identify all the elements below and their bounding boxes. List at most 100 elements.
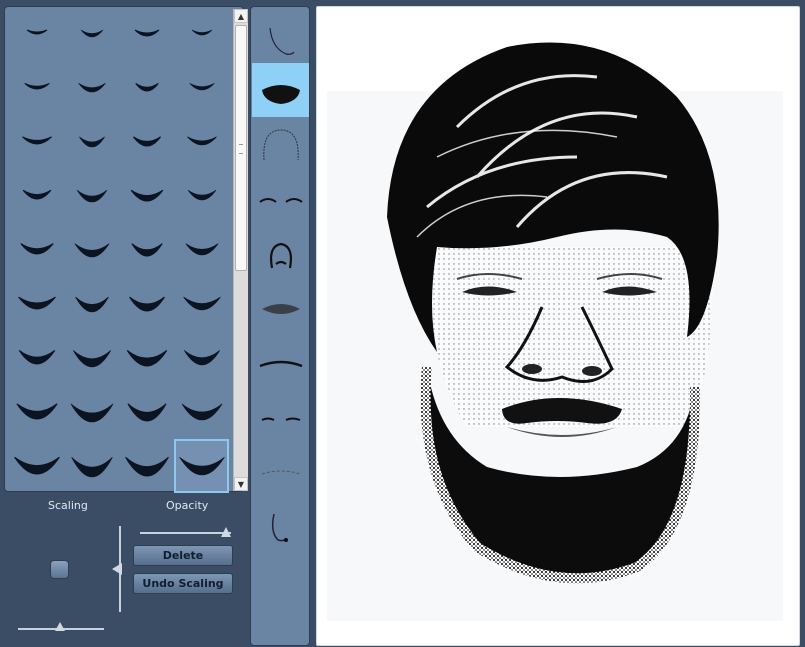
beard-option[interactable] bbox=[119, 115, 174, 169]
category-face-outline[interactable] bbox=[252, 15, 309, 69]
scroll-thumb[interactable] bbox=[235, 25, 247, 271]
beard-thumbnail-icon bbox=[74, 243, 109, 258]
beard-option[interactable] bbox=[119, 223, 174, 277]
vertical-scaling-handle[interactable] bbox=[112, 563, 122, 575]
beard-thumbnail-icon bbox=[128, 296, 165, 312]
scaling-knob[interactable] bbox=[50, 560, 69, 579]
beard-option[interactable] bbox=[174, 277, 229, 331]
feature-grid-panel: ▲ ▼ bbox=[4, 6, 248, 493]
beard-thumbnail-icon bbox=[182, 296, 221, 311]
beard-thumbnail-icon bbox=[124, 456, 169, 477]
horizontal-scaling-handle[interactable] bbox=[55, 622, 65, 631]
mouth-icon bbox=[261, 304, 300, 314]
beard-option[interactable] bbox=[174, 439, 229, 493]
beard-thumbnail-icon bbox=[76, 189, 107, 203]
beard-option[interactable] bbox=[64, 61, 119, 115]
category-nose[interactable] bbox=[252, 227, 309, 281]
feature-grid bbox=[9, 7, 229, 493]
beard-thumbnail-icon bbox=[134, 29, 159, 37]
scaling-label: Scaling bbox=[48, 499, 88, 512]
category-mustache[interactable] bbox=[252, 337, 309, 391]
beard-option[interactable] bbox=[9, 115, 64, 169]
category-eyes[interactable] bbox=[252, 391, 309, 445]
beard-option[interactable] bbox=[119, 331, 174, 385]
undo-scaling-button[interactable]: Undo Scaling bbox=[133, 573, 233, 594]
beard-thumbnail-icon bbox=[181, 403, 222, 421]
beard-option[interactable] bbox=[9, 385, 64, 439]
beard-thumbnail-icon bbox=[21, 136, 52, 145]
beard-thumbnail-icon bbox=[80, 29, 103, 38]
beard-option[interactable] bbox=[64, 7, 119, 61]
category-ear[interactable] bbox=[252, 501, 309, 555]
beard-thumbnail-icon bbox=[130, 243, 163, 257]
beard-thumbnail-icon bbox=[126, 350, 167, 367]
beard-option[interactable] bbox=[174, 169, 229, 223]
nose-icon bbox=[269, 242, 292, 269]
opacity-handle[interactable] bbox=[221, 527, 231, 537]
beard-option[interactable] bbox=[174, 7, 229, 61]
beard-thumbnail-icon bbox=[187, 189, 216, 201]
eyes-icon bbox=[261, 417, 300, 421]
beard-option[interactable] bbox=[119, 61, 174, 115]
beard-option[interactable] bbox=[174, 223, 229, 277]
beard-thumbnail-icon bbox=[17, 296, 56, 310]
beard-thumbnail-icon bbox=[26, 29, 47, 35]
beard-option[interactable] bbox=[9, 277, 64, 331]
beard-thumbnail-icon bbox=[78, 136, 105, 148]
beard-thumbnail-icon bbox=[18, 350, 55, 365]
beard-option[interactable] bbox=[174, 115, 229, 169]
category-eyebrows[interactable] bbox=[252, 173, 309, 227]
beard-option[interactable] bbox=[174, 385, 229, 439]
eyebrows-icon bbox=[258, 198, 303, 203]
beard-option[interactable] bbox=[119, 7, 174, 61]
beard-option[interactable] bbox=[64, 277, 119, 331]
beard-option[interactable] bbox=[9, 331, 64, 385]
beard-option[interactable] bbox=[119, 385, 174, 439]
beard-option[interactable] bbox=[174, 61, 229, 115]
beard-thumbnail-icon bbox=[191, 29, 212, 36]
beard-thumbnail-icon bbox=[188, 83, 215, 91]
category-beard[interactable] bbox=[252, 63, 309, 117]
beard-icon bbox=[261, 85, 300, 104]
ear-icon bbox=[271, 513, 288, 542]
beard-option[interactable] bbox=[9, 169, 64, 223]
beard-thumbnail-icon bbox=[72, 350, 111, 368]
beard-thumbnail-icon bbox=[132, 136, 161, 147]
beard-thumbnail-icon bbox=[23, 82, 50, 90]
grid-scrollbar[interactable]: ▲ ▼ bbox=[233, 9, 248, 491]
beard-thumbnail-icon bbox=[19, 243, 54, 255]
beard-option[interactable] bbox=[174, 331, 229, 385]
beard-option[interactable] bbox=[119, 169, 174, 223]
beard-thumbnail-icon bbox=[70, 456, 113, 478]
category-mouth[interactable] bbox=[252, 282, 309, 336]
beard-option[interactable] bbox=[119, 277, 174, 331]
hair-icon bbox=[262, 129, 299, 161]
beard-thumbnail-icon bbox=[77, 83, 106, 93]
beard-thumbnail-icon bbox=[186, 136, 217, 146]
scroll-up-button[interactable]: ▲ bbox=[234, 9, 248, 23]
beard-option[interactable] bbox=[9, 7, 64, 61]
opacity-slider[interactable] bbox=[140, 532, 231, 534]
beard-option[interactable] bbox=[9, 223, 64, 277]
beard-option[interactable] bbox=[9, 439, 64, 493]
beard-option[interactable] bbox=[64, 223, 119, 277]
composite-face-image bbox=[327, 42, 783, 621]
category-hair[interactable] bbox=[252, 117, 309, 171]
arrow-up-icon: ▲ bbox=[237, 11, 245, 21]
beard-thumbnail-icon bbox=[134, 82, 159, 92]
category-wrinkles[interactable] bbox=[252, 445, 309, 499]
beard-option[interactable] bbox=[64, 385, 119, 439]
beard-option[interactable] bbox=[119, 439, 174, 493]
beard-thumbnail-icon bbox=[183, 350, 220, 366]
beard-option[interactable] bbox=[64, 169, 119, 223]
mustache-icon bbox=[259, 360, 302, 368]
beard-thumbnail-icon bbox=[74, 296, 109, 313]
beard-option[interactable] bbox=[64, 439, 119, 493]
beard-thumbnail-icon bbox=[13, 456, 60, 475]
delete-button[interactable]: Delete bbox=[133, 545, 233, 566]
beard-option[interactable] bbox=[64, 115, 119, 169]
scroll-down-button[interactable]: ▼ bbox=[234, 477, 248, 491]
beard-option[interactable] bbox=[9, 61, 64, 115]
beard-option[interactable] bbox=[64, 331, 119, 385]
composite-canvas[interactable] bbox=[316, 6, 800, 646]
